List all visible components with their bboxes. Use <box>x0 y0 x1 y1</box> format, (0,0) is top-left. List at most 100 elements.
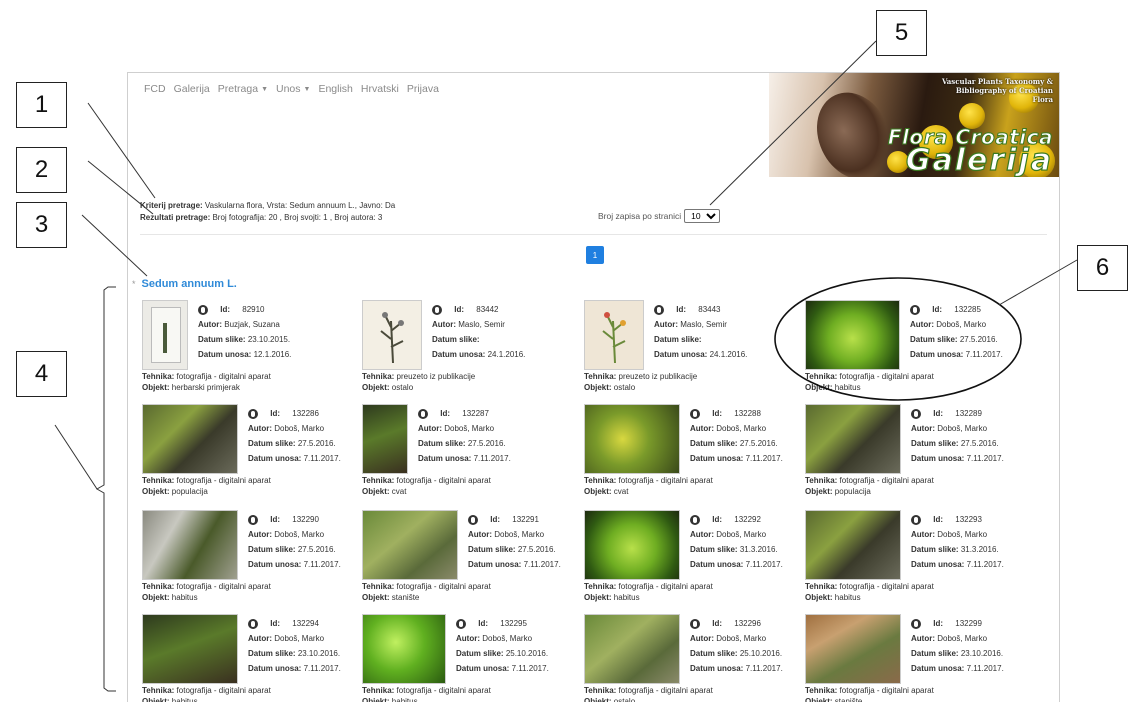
card-technique: fotografija - digitalni aparat <box>396 476 491 485</box>
card-author: Doboš, Marko <box>482 634 533 643</box>
card-technique: fotografija - digitalni aparat <box>839 582 934 591</box>
card-meta: Id: 132285 Autor: Doboš, Marko Datum sli… <box>910 302 1003 362</box>
card-date-entry: 7.11.2017. <box>473 454 511 463</box>
card-author: Doboš, Marko <box>274 634 325 643</box>
thumbnail-image[interactable] <box>142 614 238 684</box>
thumbnail-image[interactable] <box>805 300 900 370</box>
globe-icon <box>468 514 478 525</box>
card-meta: Id: 83442 Autor: Maslo, Semir Datum slik… <box>432 302 525 362</box>
thumbnail-image[interactable] <box>584 300 644 370</box>
thumbnail-image[interactable] <box>805 614 901 684</box>
card-date-image: 27.5.2016. <box>959 335 998 344</box>
gallery-card[interactable]: Id: 82910 Autor: Buzjak, Suzana Datum sl… <box>142 300 362 400</box>
card-date-image: 27.5.2016. <box>297 545 336 554</box>
card-technique: fotografija - digitalni aparat <box>396 686 491 695</box>
card-technique: fotografija - digitalni aparat <box>396 582 491 591</box>
card-technique: fotografija - digitalni aparat <box>839 476 934 485</box>
card-object: populacija <box>171 487 208 496</box>
thumbnail-image[interactable] <box>362 614 446 684</box>
gallery-card[interactable]: Id: 132293 Autor: Doboš, Marko Datum sli… <box>805 510 1025 610</box>
card-id: 132287 <box>462 409 489 418</box>
gallery-card[interactable]: Id: 132289 Autor: Doboš, Marko Datum sli… <box>805 404 1025 504</box>
card-date-image: 27.5.2016. <box>739 439 778 448</box>
card-date-entry: 7.11.2017. <box>745 454 783 463</box>
card-id: 132289 <box>955 409 982 418</box>
card-author: Doboš, Marko <box>937 424 988 433</box>
card-meta: Id: 132295 Autor: Doboš, Marko Datum sli… <box>456 616 549 676</box>
nav-fcd[interactable]: FCD <box>144 83 166 95</box>
globe-icon <box>910 304 920 315</box>
card-date-entry: 12.1.2016. <box>253 350 292 359</box>
card-author: Doboš, Marko <box>936 320 987 329</box>
gallery-card[interactable]: Id: 132296 Autor: Doboš, Marko Datum sli… <box>584 614 804 702</box>
card-technique: fotografija - digitalni aparat <box>618 476 713 485</box>
callout-1: 1 <box>16 82 67 128</box>
thumbnail-image[interactable] <box>142 300 188 370</box>
card-date-entry: 7.11.2017. <box>303 454 341 463</box>
card-meta: Id: 132286 Autor: Doboš, Marko Datum sli… <box>248 406 341 466</box>
gallery-card[interactable]: Id: 132294 Autor: Doboš, Marko Datum sli… <box>142 614 362 702</box>
thumbnail-image[interactable] <box>142 510 238 580</box>
nav-prijava[interactable]: Prijava <box>407 83 439 95</box>
gallery-card[interactable]: Id: 132291 Autor: Doboš, Marko Datum sli… <box>362 510 582 610</box>
thumbnail-image[interactable] <box>805 510 901 580</box>
thumbnail-image[interactable] <box>584 404 680 474</box>
thumbnail-image[interactable] <box>584 510 680 580</box>
gallery-card[interactable]: Id: 132285 Autor: Doboš, Marko Datum sli… <box>805 300 1025 400</box>
globe-icon <box>432 304 442 315</box>
nav-hrvatski[interactable]: Hrvatski <box>361 83 399 95</box>
card-id: 132292 <box>734 515 761 524</box>
nav-pretraga[interactable]: Pretraga ▼ <box>218 83 268 95</box>
card-author: Doboš, Marko <box>937 634 988 643</box>
card-technique: fotografija - digitalni aparat <box>176 686 271 695</box>
thumbnail-image[interactable] <box>805 404 901 474</box>
gallery-card[interactable]: Id: 132295 Autor: Doboš, Marko Datum sli… <box>362 614 582 702</box>
card-date-image: 23.10.2015. <box>247 335 291 344</box>
card-meta: Id: 132291 Autor: Doboš, Marko Datum sli… <box>468 512 561 572</box>
card-date-entry: 7.11.2017. <box>745 560 783 569</box>
globe-icon <box>911 408 921 419</box>
card-id: 83442 <box>476 305 499 314</box>
gallery-card[interactable]: Id: 132288 Autor: Doboš, Marko Datum sli… <box>584 404 804 504</box>
search-results: Rezultati pretrage: Broj fotografija: 20… <box>140 213 383 222</box>
card-author: Doboš, Marko <box>274 424 325 433</box>
thumbnail-image[interactable] <box>142 404 238 474</box>
card-date-image: 25.10.2016. <box>739 649 783 658</box>
card-meta: Id: 82910 Autor: Buzjak, Suzana Datum sl… <box>198 302 291 362</box>
species-link[interactable]: Sedum annuum L. <box>142 278 237 290</box>
top-navbar: FCD Galerija Pretraga ▼ Unos ▼ English Hrv… <box>144 83 439 95</box>
card-id: 82910 <box>242 305 265 314</box>
card-date-entry: 7.11.2017. <box>511 664 549 673</box>
card-id: 132293 <box>955 515 982 524</box>
page-size-select[interactable]: 10 <box>684 209 721 223</box>
thumbnail-image[interactable] <box>362 404 408 474</box>
gallery-card[interactable]: Id: 132290 Autor: Doboš, Marko Datum sli… <box>142 510 362 610</box>
card-id: 132294 <box>292 619 319 628</box>
card-author: Maslo, Semir <box>458 320 505 329</box>
nav-galerija[interactable]: Galerija <box>174 83 210 95</box>
nav-unos[interactable]: Unos ▼ <box>276 83 310 95</box>
gallery-card[interactable]: Id: 132299 Autor: Doboš, Marko Datum sli… <box>805 614 1025 702</box>
thumbnail-image[interactable] <box>362 300 422 370</box>
card-technique: preuzeto iz publikacije <box>618 372 698 381</box>
gallery-card[interactable]: Id: 132292 Autor: Doboš, Marko Datum sli… <box>584 510 804 610</box>
card-meta: Id: 132289 Autor: Doboš, Marko Datum sli… <box>911 406 1004 466</box>
thumbnail-image[interactable] <box>584 614 680 684</box>
card-object: cvat <box>613 487 629 496</box>
gallery-card[interactable]: Id: 83443 Autor: Maslo, Semir Datum slik… <box>584 300 804 400</box>
card-meta: Id: 132288 Autor: Doboš, Marko Datum sli… <box>690 406 783 466</box>
globe-icon <box>911 514 921 525</box>
card-id: 132299 <box>955 619 982 628</box>
page-button-1[interactable]: 1 <box>586 246 604 264</box>
chevron-down-icon: ▼ <box>261 86 268 93</box>
gallery-card[interactable]: Id: 132287 Autor: Doboš, Marko Datum sli… <box>362 404 582 504</box>
card-author: Buzjak, Suzana <box>224 320 280 329</box>
gallery-card[interactable]: Id: 83442 Autor: Maslo, Semir Datum slik… <box>362 300 582 400</box>
card-date-image: 23.10.2016. <box>960 649 1004 658</box>
card-object: habitus <box>834 383 861 392</box>
nav-english[interactable]: English <box>318 83 352 95</box>
gallery-card[interactable]: Id: 132286 Autor: Doboš, Marko Datum sli… <box>142 404 362 504</box>
card-object: cvat <box>391 487 407 496</box>
thumbnail-image[interactable] <box>362 510 458 580</box>
card-object: stanište <box>391 593 420 602</box>
